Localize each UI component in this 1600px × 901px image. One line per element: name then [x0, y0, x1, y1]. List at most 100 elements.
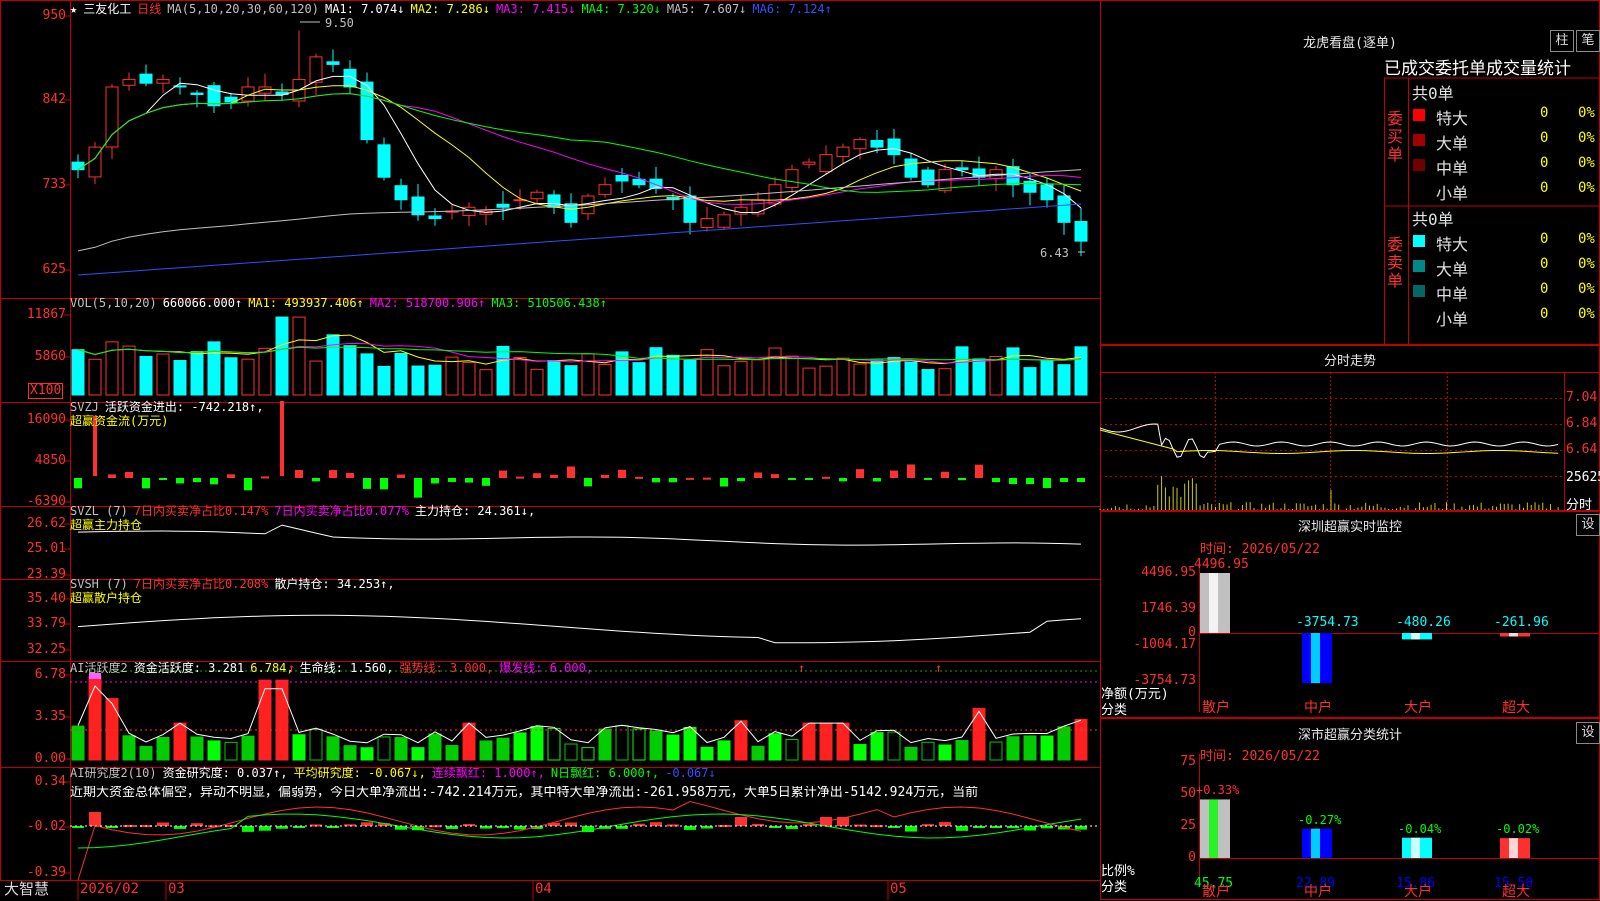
- ai1-a: 资金活跃度: 3.281: [133, 661, 245, 675]
- volume-bar: [683, 359, 697, 396]
- sell-row-name: 中单: [1436, 285, 1469, 304]
- period-label[interactable]: 日线: [137, 2, 161, 16]
- svzj-bar: [618, 469, 626, 478]
- svzj-bar: [550, 474, 558, 478]
- activity-bar: [496, 737, 510, 761]
- monitor-bar-shine: [1509, 633, 1518, 637]
- activity-bar: [1074, 718, 1088, 761]
- research-bar: [752, 823, 764, 826]
- candle-body: [615, 174, 629, 182]
- volume-bar: [938, 368, 952, 396]
- kline-chart-area[interactable]: 9.506.43↑ ↑ ↑: [0, 0, 1600, 900]
- research-bar: [650, 822, 662, 826]
- activity-bar: [71, 725, 85, 761]
- volume-bar: [666, 354, 680, 396]
- svzj-bar: [1026, 478, 1034, 485]
- y-axis-label: 25.01: [26, 541, 66, 556]
- volume-bar: [870, 359, 884, 396]
- candle-body: [122, 78, 136, 86]
- ai1-e: 爆发线: 6.000,: [499, 661, 594, 675]
- activity-bar: [513, 732, 527, 761]
- volume-bar: [513, 356, 527, 396]
- sell-swatch: [1413, 285, 1425, 297]
- volume-bar: [258, 347, 272, 396]
- research-bar: [939, 822, 951, 826]
- candle-body: [496, 203, 510, 208]
- intraday-volume: [1099, 476, 1559, 510]
- svzj-bar: [482, 478, 490, 486]
- svzj-bar: [329, 470, 337, 478]
- svzj-bar: [159, 478, 167, 480]
- monitor-bar-shine: [1311, 633, 1320, 684]
- svsh-c: 散户持仓: 34.253↑,: [274, 577, 395, 591]
- ai-activity-bars[interactable]: [71, 673, 1088, 761]
- ai2-title-bar: AI研究度2(10) 资金研究度: 0.037↑, 平均研究度: -0.067↓, 连…: [70, 766, 722, 780]
- stats-settings-button[interactable]: 设: [1576, 722, 1600, 744]
- activity-bar: [343, 745, 357, 761]
- monitor-settings-button[interactable]: 设: [1576, 514, 1600, 536]
- monitor-bar[interactable]: [1500, 633, 1530, 637]
- y-axis-label: -6390: [26, 494, 66, 509]
- price-title-bar: ★ 三友化工 日线 MA(5,10,20,30,60,120) MA1: 7.074↓ M…: [70, 2, 844, 16]
- volume-bars[interactable]: [71, 316, 1088, 396]
- candle-body: [71, 161, 85, 171]
- star-icon[interactable]: ★: [70, 2, 77, 16]
- activity-bar: [1006, 736, 1020, 761]
- activity-bar: [156, 736, 170, 761]
- svsh-title-bar: SVSH (7) 7日内买卖净占比0.208% 散户持仓: 34.253↑, 超赢散…: [70, 577, 401, 605]
- monitor-bar[interactable]: [1200, 573, 1230, 633]
- svzl-label: SVZL (7): [70, 504, 128, 518]
- research-bar: [497, 826, 509, 829]
- monitor-axis-label: 1746.39: [1141, 601, 1196, 616]
- candle-body: [530, 191, 544, 200]
- right-panel-frame: [1100, 345, 1600, 511]
- buy-row-count: 0: [1540, 180, 1549, 196]
- candle-body: [139, 73, 153, 84]
- research-bar: [1075, 826, 1087, 830]
- volume-bar: [887, 357, 901, 396]
- bar-mode-button[interactable]: 柱: [1550, 30, 1574, 52]
- activity-bar: [190, 736, 204, 761]
- stats-bar-shine: [1411, 837, 1420, 858]
- stock-name: 三友化工: [83, 2, 132, 16]
- y-axis-label: 842: [42, 92, 66, 107]
- candle-body: [88, 146, 102, 178]
- activity-bar: [581, 747, 595, 761]
- volume-bar: [377, 365, 391, 396]
- stats-bar[interactable]: [1302, 828, 1332, 858]
- stats-bar[interactable]: [1402, 837, 1432, 858]
- research-bar: [718, 824, 730, 827]
- svzj-bar: [142, 478, 150, 489]
- date-label: 04: [535, 881, 552, 897]
- research-bar: [259, 826, 271, 831]
- tick-mode-button[interactable]: 笔: [1576, 30, 1600, 52]
- svsh-label: SVSH (7): [70, 577, 128, 591]
- candle-body: [683, 195, 697, 223]
- y-axis-label: 33.79: [26, 616, 66, 631]
- volume-bar: [530, 368, 544, 396]
- svzj-bar: [856, 469, 864, 478]
- vol-ma-2: MA2: 518700.906↑: [369, 296, 486, 310]
- research-bar: [157, 822, 169, 826]
- candlesticks[interactable]: [71, 30, 1088, 257]
- svzj-bar: [465, 478, 473, 483]
- monitor-bar[interactable]: [1402, 633, 1432, 640]
- vol-ma-3: MA3: 510506.438↑: [491, 296, 607, 310]
- sell-row-pct: 0%: [1578, 231, 1595, 247]
- activity-bar: [853, 744, 867, 761]
- svzj-bar: [992, 478, 1000, 483]
- stats-bar[interactable]: [1500, 838, 1530, 858]
- svzj-bar: [346, 472, 354, 478]
- stats-bar[interactable]: [1200, 799, 1230, 858]
- svzj-bar: [176, 478, 184, 484]
- monitor-bar[interactable]: [1302, 633, 1332, 684]
- ai2-d: N日飘红: 6.000↑,: [550, 766, 660, 780]
- volume-bar: [819, 365, 833, 396]
- activity-bar: [360, 747, 374, 761]
- intraday-title[interactable]: 分时走势: [1100, 350, 1600, 369]
- vol-label: VOL(5,10,20): [70, 296, 157, 310]
- activity-bar: [989, 741, 1003, 761]
- svzj-bar: [686, 477, 694, 480]
- volume-bar: [1040, 359, 1054, 396]
- research-bar: [463, 824, 475, 827]
